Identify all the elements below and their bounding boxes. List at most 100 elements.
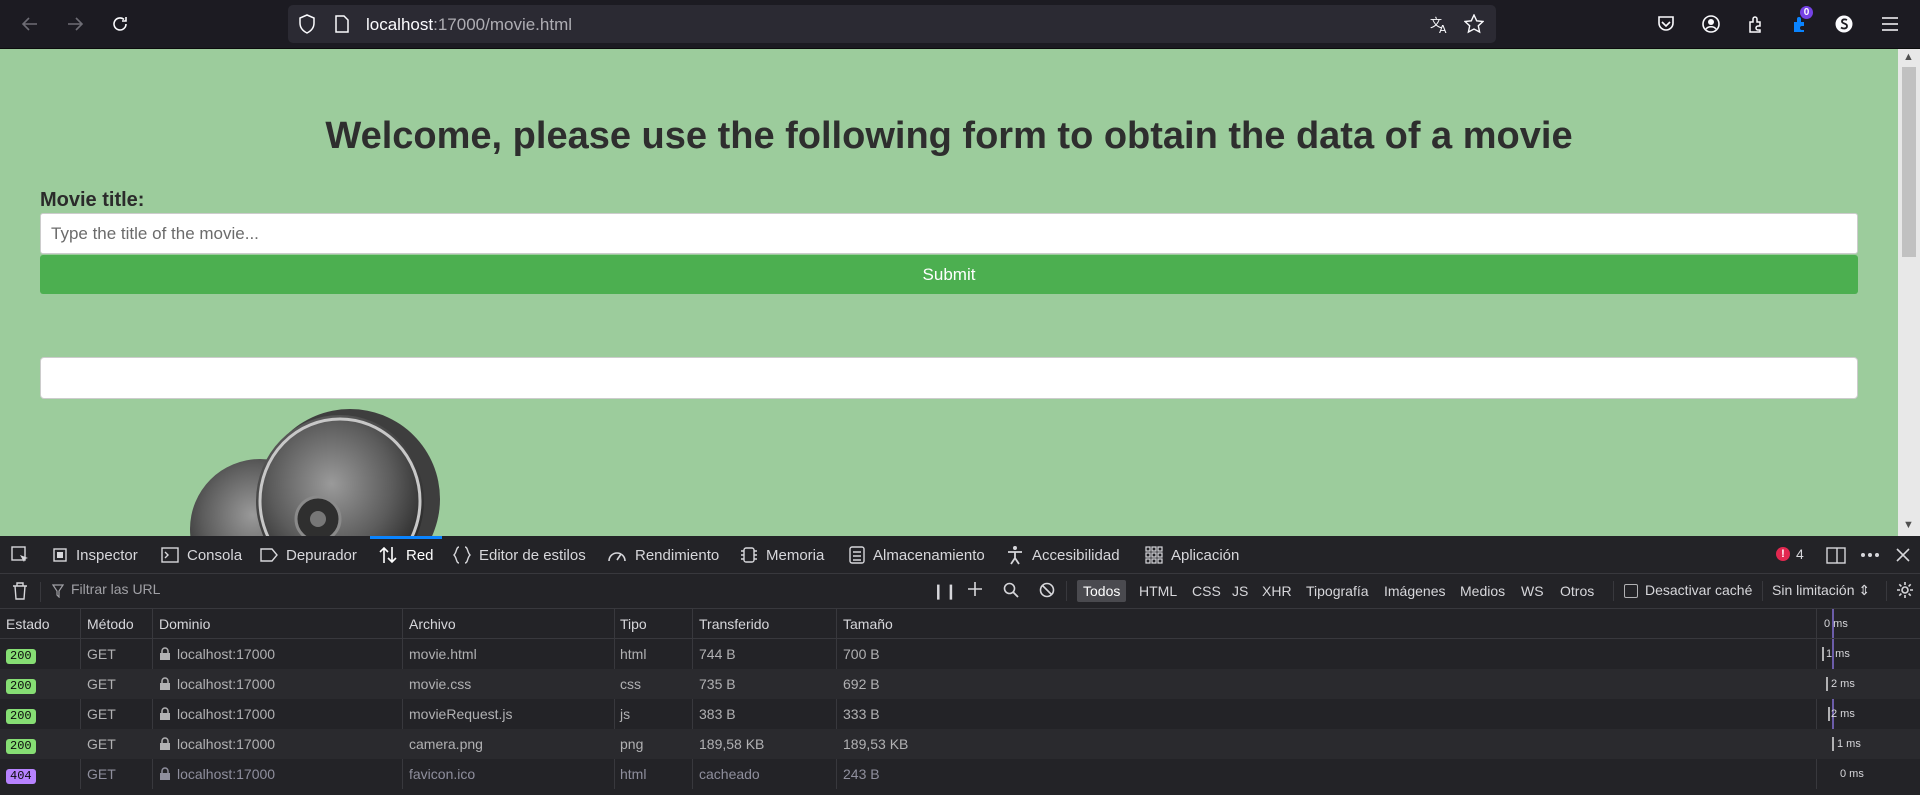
filter-fonts[interactable]: Tipografía [1300, 580, 1375, 602]
column-header-transferred[interactable]: Transferido [699, 609, 769, 639]
status-badge: 404 [6, 769, 36, 784]
tab-debugger[interactable]: Depurador [260, 536, 357, 574]
column-header-status[interactable]: Estado [6, 609, 50, 639]
gear-icon[interactable] [1896, 581, 1914, 603]
waterfall-bar [1832, 737, 1834, 751]
url-path: :17000/movie.html [433, 15, 573, 34]
transferred-cell: 735 B [699, 676, 736, 692]
column-header-domain[interactable]: Dominio [159, 609, 210, 639]
submit-button[interactable]: Submit [40, 255, 1858, 294]
sync-profile-icon[interactable] [1832, 12, 1856, 36]
scroll-down-arrow-icon[interactable]: ▼ [1903, 519, 1914, 531]
tracking-shield-icon[interactable] [298, 14, 316, 39]
tab-style-editor[interactable]: Editor de estilos [453, 536, 586, 574]
disable-cache-checkbox[interactable] [1624, 584, 1638, 598]
method-cell: GET [87, 766, 116, 782]
accessibility-icon [1008, 546, 1022, 565]
filter-other[interactable]: Otros [1554, 580, 1600, 602]
tab-performance[interactable]: Rendimiento [607, 536, 719, 574]
tab-accessibility[interactable]: Accesibilidad [1006, 536, 1120, 574]
error-count-button[interactable]: ! 4 [1776, 546, 1804, 562]
account-icon[interactable] [1699, 12, 1723, 36]
page-scrollbar[interactable]: ▲ ▼ [1898, 49, 1920, 536]
filter-images[interactable]: Imágenes [1378, 580, 1451, 602]
url-bar[interactable]: localhost:17000/movie.html 文A [288, 5, 1496, 43]
page-title: Welcome, please use the following form t… [325, 115, 1573, 157]
filter-html[interactable]: HTML [1133, 580, 1183, 602]
error-icon: ! [1776, 547, 1790, 561]
timing-text: 1 ms [1837, 738, 1861, 750]
column-header-file[interactable]: Archivo [409, 609, 456, 639]
domain-text: localhost:17000 [177, 766, 276, 782]
translate-icon[interactable]: 文A [1430, 14, 1450, 39]
tab-network[interactable]: Red [378, 536, 434, 574]
element-picker-button[interactable] [10, 536, 30, 574]
tab-style-editor-label: Editor de estilos [479, 546, 586, 564]
close-devtools-button[interactable] [1896, 536, 1910, 574]
lock-icon [160, 647, 170, 660]
page-viewport: Welcome, please use the following form t… [0, 48, 1920, 536]
domain-text: localhost:17000 [177, 706, 276, 722]
filter-xhr[interactable]: XHR [1256, 580, 1298, 602]
performance-icon [608, 552, 626, 562]
chevron-updown-icon: ⇕ [1858, 582, 1871, 598]
block-icon[interactable] [1039, 582, 1055, 602]
filter-css[interactable]: CSS [1186, 580, 1227, 602]
filter-ws[interactable]: WS [1515, 580, 1550, 602]
browser-toolbar: localhost:17000/movie.html 文A 0 [0, 0, 1920, 48]
menu-hamburger-icon[interactable] [1878, 12, 1902, 36]
back-button[interactable] [14, 8, 46, 40]
tab-inspector[interactable]: Inspector [52, 536, 138, 574]
method-cell: GET [87, 676, 116, 692]
forward-button[interactable] [59, 8, 91, 40]
transferred-cell: 189,58 KB [699, 736, 765, 752]
lock-icon [160, 737, 170, 750]
pocket-icon[interactable] [1654, 12, 1678, 36]
type-cell: html [620, 646, 647, 662]
throttling-select[interactable]: Sin limitación ⇕ [1772, 582, 1870, 599]
table-row[interactable]: 200 GET localhost:17000 movie.css css 73… [0, 669, 1920, 699]
tab-storage[interactable]: Almacenamiento [849, 536, 985, 574]
column-header-method[interactable]: Método [87, 609, 134, 639]
file-cell: movie.css [409, 676, 472, 692]
status-badge: 200 [6, 709, 36, 724]
column-header-timeline[interactable]: 0 ms [1824, 609, 1848, 639]
bookmark-star-icon[interactable] [1463, 13, 1485, 39]
table-row[interactable]: 200 GET localhost:17000 movieRequest.js … [0, 699, 1920, 729]
tab-application[interactable]: Aplicación [1145, 536, 1239, 574]
search-icon[interactable] [1003, 582, 1019, 602]
type-cell: css [620, 676, 641, 692]
reload-button[interactable] [104, 8, 136, 40]
trash-icon[interactable] [12, 582, 28, 604]
column-header-type[interactable]: Tipo [620, 609, 647, 639]
tab-memory[interactable]: Memoria [740, 536, 824, 574]
page-info-icon[interactable] [334, 15, 350, 38]
filter-url-input[interactable]: Filtrar las URL [71, 581, 160, 597]
movie-title-input[interactable] [40, 213, 1858, 254]
filter-todos[interactable]: Todos [1077, 580, 1127, 602]
url-text[interactable]: localhost:17000/movie.html [366, 15, 572, 35]
add-icon[interactable] [967, 581, 983, 601]
filter-media[interactable]: Medios [1454, 580, 1511, 602]
scrollbar-thumb[interactable] [1902, 67, 1916, 257]
tab-console[interactable]: Consola [161, 536, 242, 574]
method-cell: GET [87, 646, 116, 662]
memory-icon [741, 547, 757, 563]
table-row[interactable]: 404 GET localhost:17000 favicon.ico html… [0, 759, 1920, 789]
toolbar-divider [1886, 581, 1887, 601]
type-cell: js [620, 706, 631, 722]
extensions-icon[interactable] [1744, 12, 1768, 36]
scroll-up-arrow-icon[interactable]: ▲ [1903, 51, 1914, 63]
column-header-size[interactable]: Tamaño [843, 609, 893, 639]
dock-toggle-button[interactable] [1826, 536, 1846, 574]
table-row[interactable]: 200 GET localhost:17000 camera.png png 1… [0, 729, 1920, 759]
devtools-tabbar: Inspector Consola Depurador Red Editor d… [0, 536, 1920, 574]
error-count: 4 [1796, 546, 1804, 562]
devtools-options-button[interactable] [1860, 536, 1880, 574]
tab-performance-label: Rendimiento [635, 546, 720, 564]
responsive-design-icon [1826, 547, 1846, 564]
filter-js[interactable]: JS [1226, 580, 1254, 602]
pause-icon[interactable]: ❙❙ [932, 582, 957, 600]
table-row[interactable]: 200 GET localhost:17000 movie.html html … [0, 639, 1920, 669]
tab-console-label: Consola [187, 546, 243, 564]
